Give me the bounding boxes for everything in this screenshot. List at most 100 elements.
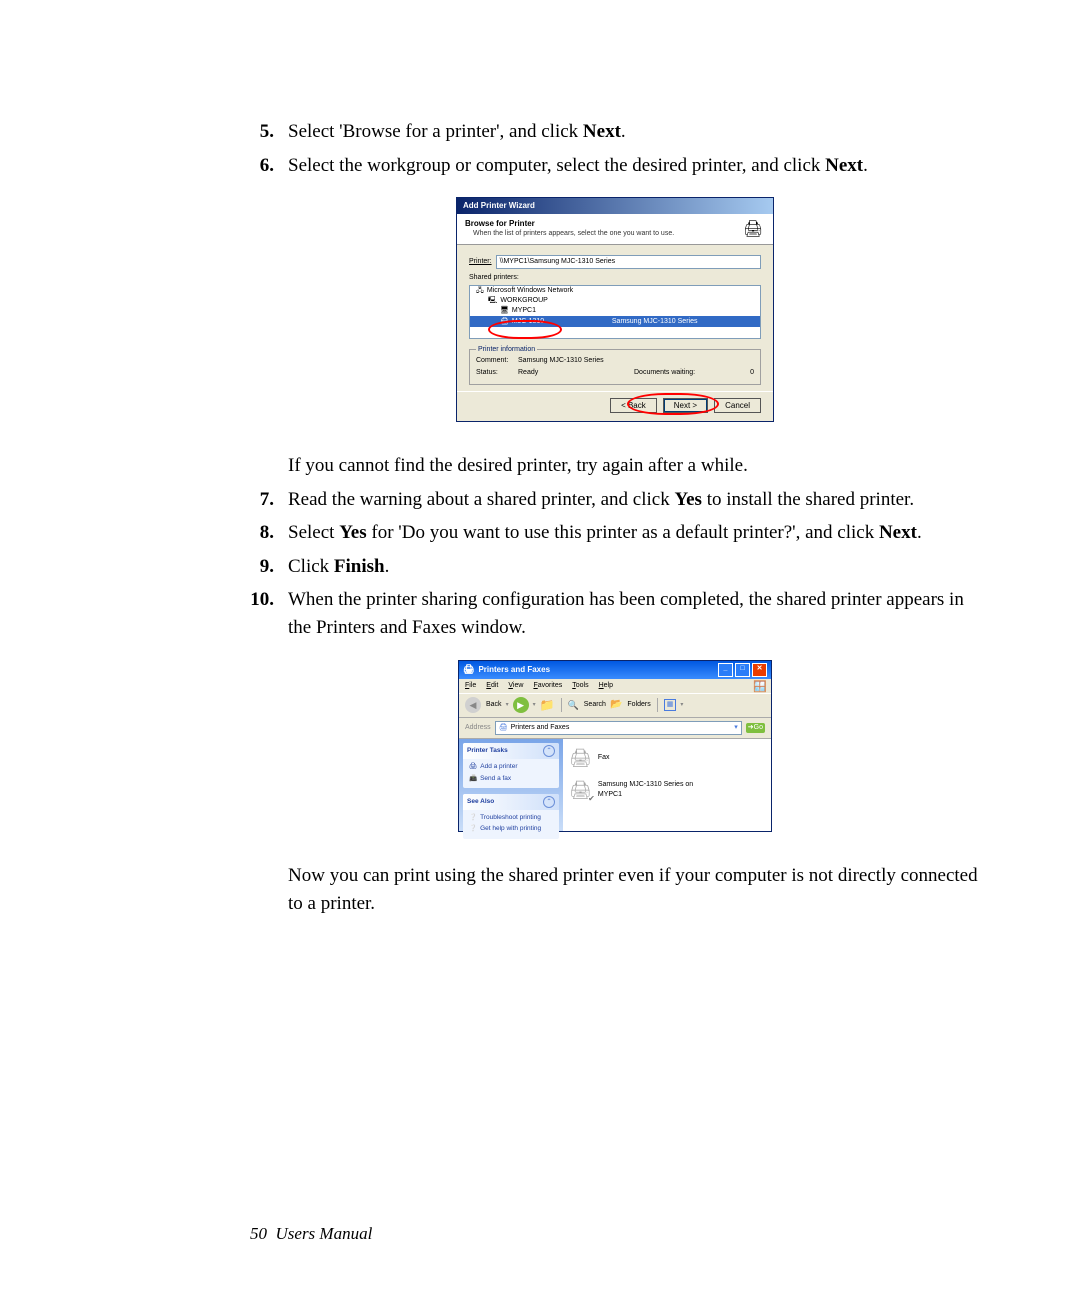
printer-icon: 🖨 xyxy=(463,663,474,676)
instruction-list: 7. Read the warning about a shared print… xyxy=(250,486,980,642)
maximize-button[interactable]: □ xyxy=(735,663,750,677)
menu-edit[interactable]: Edit xyxy=(486,681,498,691)
up-button[interactable]: 📁 xyxy=(540,697,555,714)
step-text: Select the workgroup or computer, select… xyxy=(288,152,980,180)
group-legend: Printer information xyxy=(476,345,537,355)
collapse-icon[interactable]: ⌃ xyxy=(543,796,555,808)
link-add-printer[interactable]: 🖨Add a printer xyxy=(469,762,553,771)
search-label: Search xyxy=(584,700,606,710)
help-icon: ❔ xyxy=(469,813,477,822)
note-text: If you cannot find the desired printer, … xyxy=(288,452,980,480)
item-label: Samsung MJC-1310 Series on MYPC1 xyxy=(598,780,718,800)
views-button[interactable]: ▦ xyxy=(664,699,677,711)
see-also-block: See Also ⌃ ❔Troubleshoot printing ❔Get h… xyxy=(463,794,559,839)
toolbar: ◀ Back ▾ ▶ ▾ 📁 🔍 Search 📂 Folders ▦▾ xyxy=(459,693,771,718)
search-icon[interactable]: 🔍 xyxy=(568,699,579,712)
network-icon: 🖧 xyxy=(476,286,484,296)
fax-icon: 🖨 xyxy=(569,745,592,771)
go-button[interactable]: ➜ Go xyxy=(746,723,765,733)
menu-tools[interactable]: Tools xyxy=(572,681,588,691)
printer-information-group: Printer information Comment: Samsung MJC… xyxy=(469,349,761,385)
back-button[interactable]: ◀ xyxy=(465,697,481,713)
wizard-titlebar: Add Printer Wizard xyxy=(457,198,773,214)
link-send-fax[interactable]: 📠Send a fax xyxy=(469,774,553,783)
address-bar: Address 🖨 Printers and Faxes ▾ ➜ Go xyxy=(459,718,771,739)
block-title: See Also xyxy=(467,797,494,806)
step-text: Select Yes for 'Do you want to use this … xyxy=(288,519,980,547)
collapse-icon[interactable]: ⌃ xyxy=(543,745,555,757)
shared-printers-tree[interactable]: 🖧Microsoft Windows Network 🖳WORKGROUP 🖥M… xyxy=(469,285,761,339)
folders-icon[interactable]: 📂 xyxy=(610,698,622,713)
wizard-header-title: Browse for Printer xyxy=(465,218,743,230)
help-icon: ❔ xyxy=(469,824,477,833)
back-button[interactable]: < Back xyxy=(610,398,657,413)
tree-node-workgroup: 🖳WORKGROUP xyxy=(470,296,760,306)
printers-and-faxes-window: 🖨 Printers and Faxes _ □ ✕ File Edit Vie… xyxy=(458,660,772,833)
shared-printer-icon: 🖨✔ xyxy=(569,777,592,803)
minimize-button[interactable]: _ xyxy=(718,663,733,677)
fax-icon: 📠 xyxy=(469,774,477,783)
step-6: 6. Select the workgroup or computer, sel… xyxy=(250,152,980,180)
step-number: 9. xyxy=(250,553,274,581)
block-title: Printer Tasks xyxy=(467,746,508,755)
printer-icon: 🖨 xyxy=(500,317,509,327)
add-printer-wizard-dialog: Add Printer Wizard Browse for Printer Wh… xyxy=(456,197,774,422)
printers-window-figure: 🖨 Printers and Faxes _ □ ✕ File Edit Vie… xyxy=(250,660,980,833)
wizard-header-subtitle: When the list of printers appears, selec… xyxy=(473,229,743,239)
step-text: Click Finish. xyxy=(288,553,980,581)
footer-label: Users Manual xyxy=(276,1224,373,1243)
close-button[interactable]: ✕ xyxy=(752,663,767,677)
workgroup-icon: 🖳 xyxy=(488,296,497,306)
printer-label: Printer: xyxy=(469,257,492,267)
menu-view[interactable]: View xyxy=(508,681,523,691)
step-text: Read the warning about a shared printer,… xyxy=(288,486,980,514)
printer-path-input[interactable]: \\MYPC1\Samsung MJC-1310 Series xyxy=(496,255,761,269)
default-check-icon: ✔ xyxy=(588,793,595,805)
step-text: Select 'Browse for a printer', and click… xyxy=(288,118,980,146)
dropdown-icon[interactable]: ▾ xyxy=(734,723,738,733)
menu-file[interactable]: File xyxy=(465,681,476,691)
list-item[interactable]: 🖨✔ Samsung MJC-1310 Series on MYPC1 xyxy=(569,777,765,803)
step-9: 9. Click Finish. xyxy=(250,553,980,581)
tree-node-network: 🖧Microsoft Windows Network xyxy=(470,286,760,296)
address-input[interactable]: 🖨 Printers and Faxes ▾ xyxy=(495,721,742,735)
closing-text: Now you can print using the shared print… xyxy=(288,862,980,917)
shared-printers-label: Shared printers: xyxy=(469,273,761,283)
step-number: 5. xyxy=(250,118,274,146)
link-troubleshoot[interactable]: ❔Troubleshoot printing xyxy=(469,813,553,822)
step-number: 10. xyxy=(250,586,274,641)
next-button[interactable]: Next > xyxy=(663,398,708,413)
tree-node-selected-printer[interactable]: 🖨 MJC-1310 Samsung MJC-1310 Series xyxy=(470,316,760,327)
step-10: 10. When the printer sharing configurati… xyxy=(250,586,980,641)
instruction-list: 5. Select 'Browse for a printer', and cl… xyxy=(250,118,980,179)
step-number: 8. xyxy=(250,519,274,547)
printer-icon xyxy=(743,218,765,240)
step-number: 7. xyxy=(250,486,274,514)
tasks-sidebar: Printer Tasks ⌃ 🖨Add a printer 📠Send a f… xyxy=(459,739,563,831)
page-content: 5. Select 'Browse for a printer', and cl… xyxy=(0,0,1080,917)
menu-help[interactable]: Help xyxy=(599,681,613,691)
wizard-figure: Add Printer Wizard Browse for Printer Wh… xyxy=(250,197,980,422)
step-8: 8. Select Yes for 'Do you want to use th… xyxy=(250,519,980,547)
link-get-help[interactable]: ❔Get help with printing xyxy=(469,824,553,833)
list-item[interactable]: 🖨 Fax xyxy=(569,745,765,771)
forward-button[interactable]: ▶ xyxy=(513,697,529,713)
step-5: 5. Select 'Browse for a printer', and cl… xyxy=(250,118,980,146)
menu-bar: File Edit View Favorites Tools Help 🪟 xyxy=(459,679,771,693)
menu-favorites[interactable]: Favorites xyxy=(533,681,562,691)
back-label: Back xyxy=(486,700,502,710)
computer-icon: 🖥 xyxy=(500,306,509,316)
windows-flag-icon: 🪟 xyxy=(753,680,767,696)
page-footer: 50 Users Manual xyxy=(250,1224,372,1244)
cancel-button[interactable]: Cancel xyxy=(714,398,761,413)
tree-node-computer: 🖥MYPC1 xyxy=(470,306,760,316)
wizard-header: Browse for Printer When the list of prin… xyxy=(457,214,773,245)
page-number: 50 xyxy=(250,1224,267,1243)
folder-icon: 🖨 xyxy=(499,723,508,733)
step-7: 7. Read the warning about a shared print… xyxy=(250,486,980,514)
step-text: When the printer sharing configuration h… xyxy=(288,586,980,641)
address-label: Address xyxy=(465,723,491,733)
printers-pane: 🖨 Fax 🖨✔ Samsung MJC-1310 Series on MYPC… xyxy=(563,739,771,831)
item-label: Fax xyxy=(598,753,610,763)
window-titlebar: 🖨 Printers and Faxes _ □ ✕ xyxy=(459,661,771,679)
